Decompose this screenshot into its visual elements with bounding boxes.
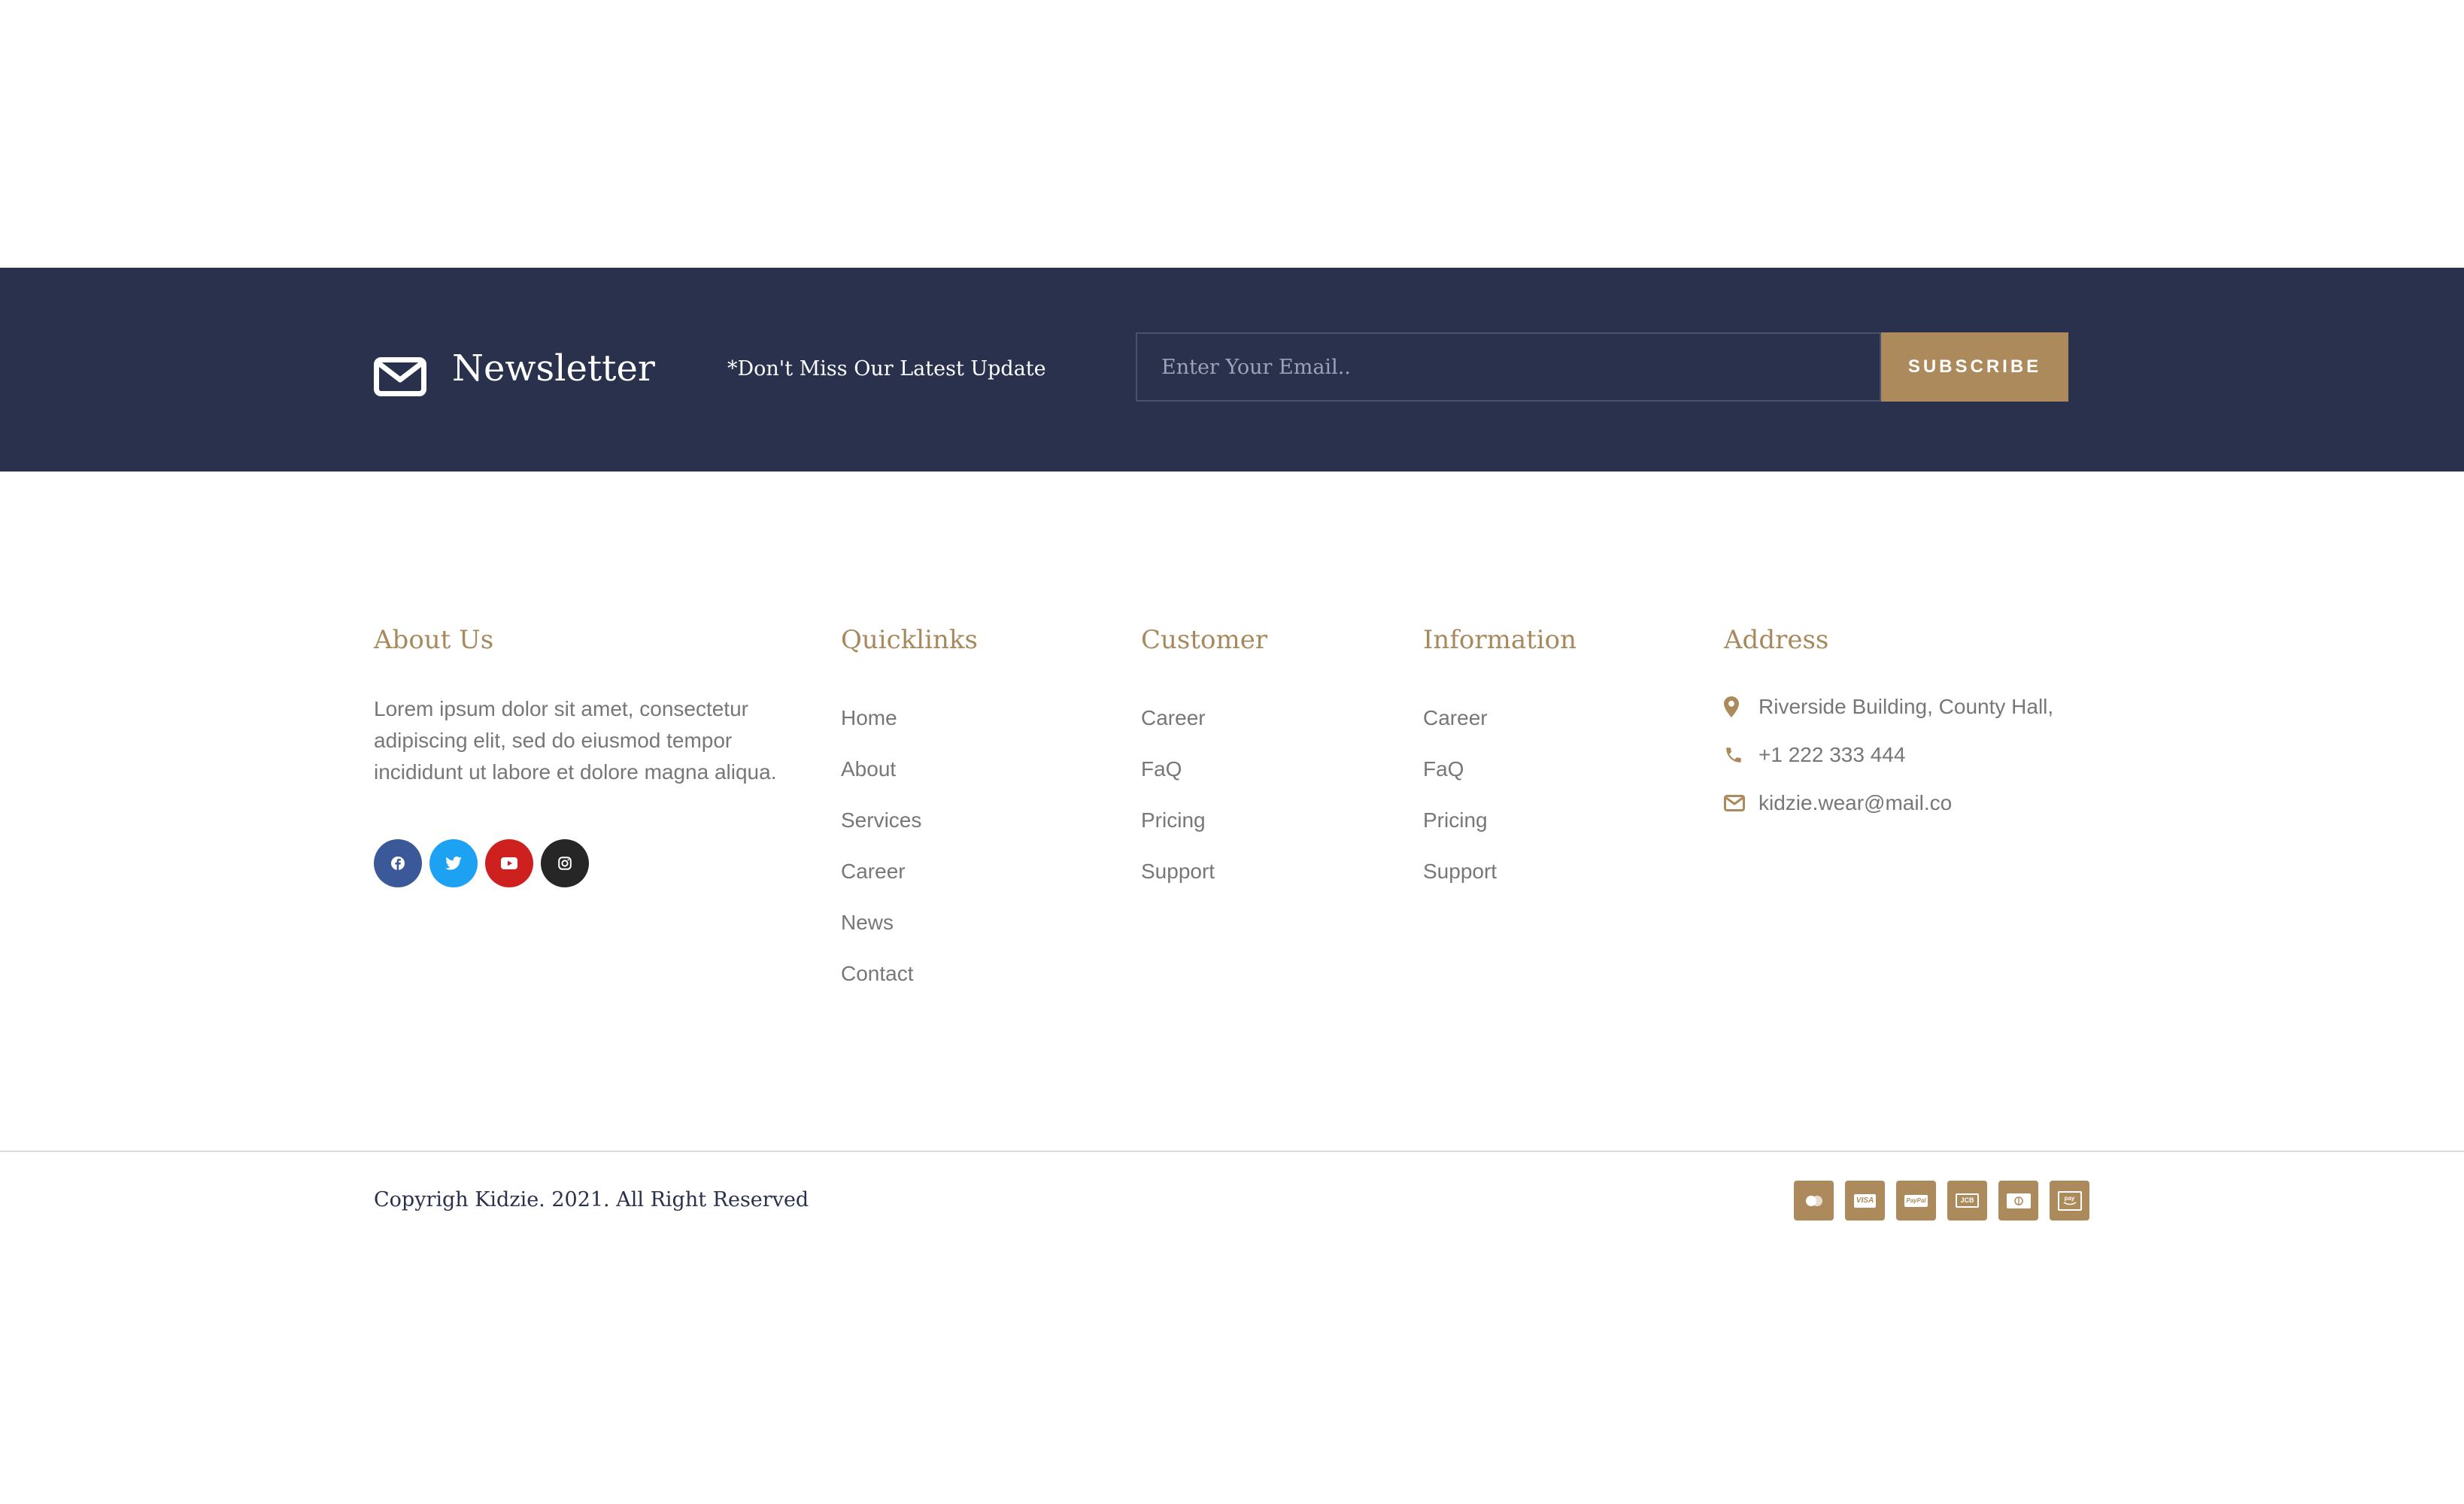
- instagram-icon: [558, 857, 572, 870]
- customer-link-career[interactable]: Career: [1141, 705, 1215, 757]
- quicklink-home[interactable]: Home: [841, 705, 921, 757]
- information-list: Career FaQ Pricing Support: [1423, 705, 1497, 910]
- mastercard-icon: [1794, 1181, 1834, 1220]
- facebook-button[interactable]: [374, 839, 422, 887]
- email-input[interactable]: [1136, 332, 1881, 402]
- phone-icon: [1726, 747, 1741, 763]
- twitter-icon: [445, 857, 462, 870]
- information-link-career[interactable]: Career: [1423, 705, 1497, 757]
- twitter-button[interactable]: [429, 839, 478, 887]
- quicklinks-list: Home About Services Career News Contact: [841, 705, 921, 1012]
- visa-icon: VISA: [1845, 1181, 1885, 1220]
- information-link-support[interactable]: Support: [1423, 859, 1497, 910]
- envelope-icon: [374, 357, 426, 396]
- quicklink-career[interactable]: Career: [841, 859, 921, 910]
- facebook-icon: [391, 857, 405, 870]
- footer-divider: [0, 1151, 2464, 1152]
- customer-link-support[interactable]: Support: [1141, 859, 1215, 910]
- quicklinks-heading: Quicklinks: [841, 625, 978, 655]
- address-phone: +1 222 333 444: [1724, 743, 1905, 767]
- address-location: Riverside Building, County Hall,: [1724, 695, 2053, 719]
- address-email-text[interactable]: kidzie.wear@mail.co: [1758, 791, 1952, 815]
- envelope-outline-icon: [1724, 795, 1745, 811]
- quicklink-about[interactable]: About: [841, 757, 921, 808]
- quicklink-contact[interactable]: Contact: [841, 961, 921, 1012]
- jcb-icon: JCB: [1947, 1181, 1987, 1220]
- newsletter-tagline: *Don't Miss Our Latest Update: [727, 357, 1046, 381]
- address-heading: Address: [1724, 625, 1829, 655]
- about-heading: About Us: [374, 625, 494, 655]
- about-text: Lorem ipsum dolor sit amet, consectetur …: [374, 697, 777, 784]
- paypal-icon: PayPal: [1896, 1181, 1936, 1220]
- address-email: kidzie.wear@mail.co: [1724, 791, 1952, 815]
- quicklink-services[interactable]: Services: [841, 808, 921, 859]
- newsletter-title: Newsletter: [452, 347, 655, 390]
- address-phone-text: +1 222 333 444: [1758, 743, 1906, 766]
- customer-link-pricing[interactable]: Pricing: [1141, 808, 1215, 859]
- customer-link-faq[interactable]: FaQ: [1141, 757, 1215, 808]
- information-heading: Information: [1423, 625, 1577, 655]
- quicklink-news[interactable]: News: [841, 910, 921, 961]
- information-link-faq[interactable]: FaQ: [1423, 757, 1497, 808]
- customer-list: Career FaQ Pricing Support: [1141, 705, 1215, 910]
- instagram-button[interactable]: [541, 839, 589, 887]
- amazon-pay-icon: pay: [2050, 1181, 2089, 1220]
- address-location-text: Riverside Building, County Hall,: [1758, 695, 2054, 718]
- information-link-pricing[interactable]: Pricing: [1423, 808, 1497, 859]
- map-pin-icon: [1724, 696, 1739, 717]
- customer-heading: Customer: [1141, 625, 1268, 655]
- youtube-button[interactable]: [485, 839, 533, 887]
- youtube-icon: [501, 857, 517, 869]
- copyright-text: Copyrigh Kidzie. 2021. All Right Reserve…: [374, 1188, 809, 1211]
- diners-club-icon: [1998, 1181, 2038, 1220]
- subscribe-button[interactable]: SUBSCRIBE: [1881, 332, 2068, 402]
